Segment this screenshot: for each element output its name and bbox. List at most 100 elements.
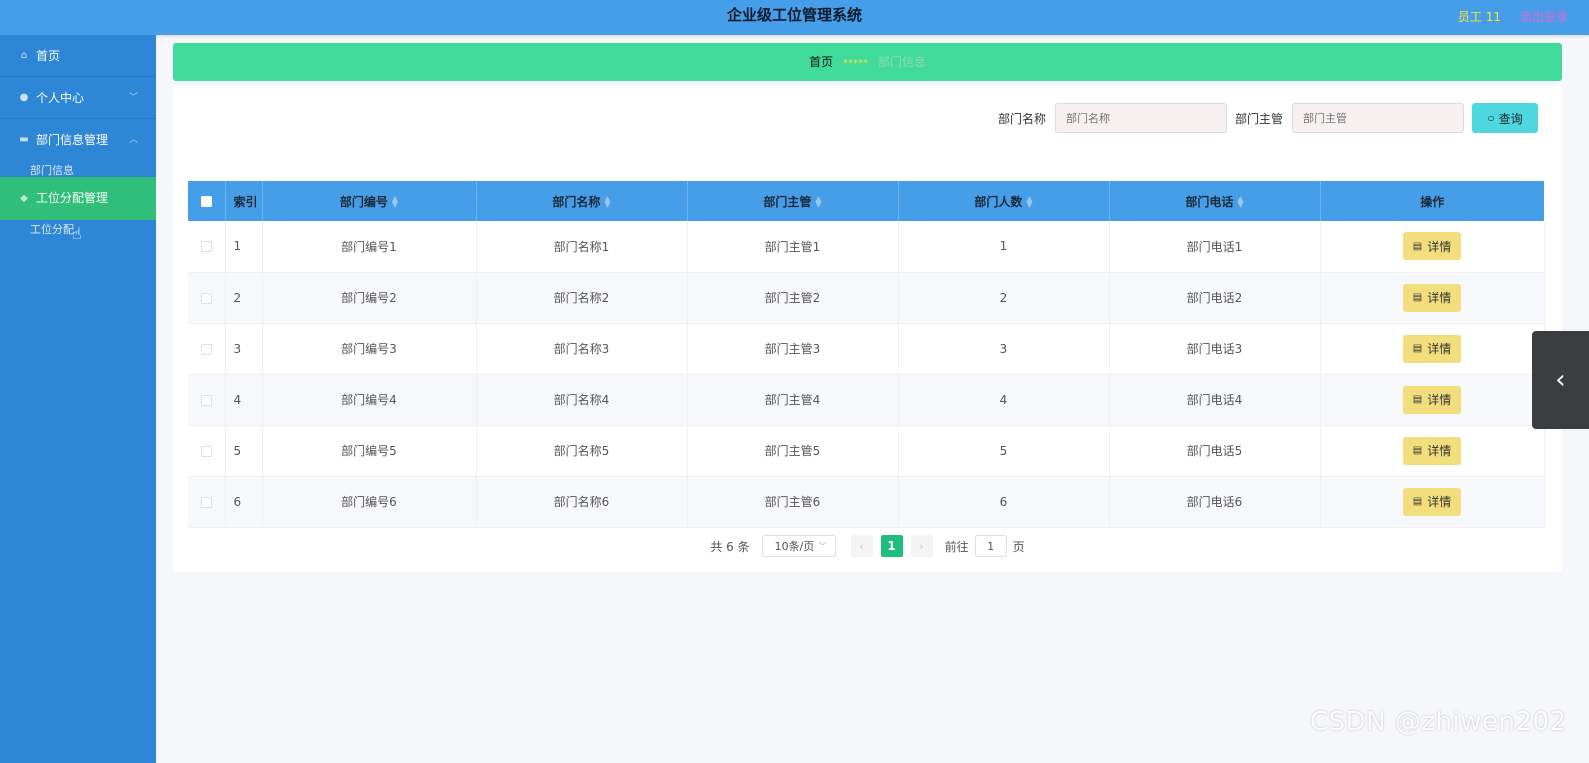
document-icon: ▤ [1412,496,1423,507]
sidebar: ⌂ 首页 ● 个人中心 ﹀ ▬ 部门信息管理 ︿ 部门信息 ◆ 工位分配管理 工… [0,35,156,763]
detail-button[interactable]: ▤ 详情 [1403,487,1461,516]
user-icon: ● [19,92,29,103]
app-title: 企业级工位管理系统 [726,6,862,24]
sidebar-item-label: 首页 [36,49,61,63]
sort-icon[interactable]: ▲ ▼ [1026,195,1032,209]
cell-phone: 部门电话1 [1109,221,1321,273]
cell-phone: 部门电话2 [1109,272,1321,324]
cell-code: 部门编号2 [262,272,477,324]
document-icon: ▤ [1412,343,1423,354]
cell-code: 部门编号5 [262,425,477,477]
cell-manager: 部门主管2 [687,272,899,324]
row-checkbox[interactable] [200,394,212,406]
document-icon: ▤ [1412,445,1423,456]
select-all-checkbox-cell[interactable] [188,181,226,221]
table-row: 3 部门编号3 部门名称3 部门主管3 3 部门电话3 ▤ 详情 [188,323,1545,375]
document-icon: ▤ [1412,292,1423,303]
cell-phone: 部门电话4 [1109,374,1321,426]
sidebar-item-home[interactable]: ⌂ 首页 [0,35,156,77]
chevron-down-icon: ﹀ [818,541,827,551]
breadcrumb-separator: ***** [843,58,868,69]
next-page-button[interactable]: › [910,535,933,557]
cell-name: 部门名称4 [476,374,688,426]
column-header-manager[interactable]: 部门主管 ▲ ▼ [687,181,899,221]
goto-page-input[interactable] [974,535,1007,557]
row-checkbox[interactable] [200,241,212,253]
department-manager-input[interactable] [1292,103,1464,133]
logout-link[interactable]: 退出登录 [1520,8,1568,25]
column-header-index: 索引 [225,181,263,221]
cell-code: 部门编号3 [262,323,477,375]
goto-label: 前往 [944,539,969,554]
breadcrumb-current: 部门信息 [877,55,926,69]
sidebar-item-label: 个人中心 [36,91,85,105]
table-header-row: 索引 部门编号 ▲ ▼ 部门名称 ▲ ▼ 部门主管 ▲ ▼ 部门人数 ▲ ▼ 部门电话 ▲ ▼ 操作 [188,181,1544,221]
column-header-actions: 操作 [1320,181,1544,221]
table-row: 6 部门编号6 部门名称6 部门主管6 6 部门电话6 ▤ 详情 [188,476,1545,528]
breadcrumb: 首页 ***** 部门信息 [173,43,1562,81]
sort-icon[interactable]: ▲ ▼ [1237,195,1243,209]
cell-manager: 部门主管3 [687,323,899,375]
cell-phone: 部门电话5 [1109,425,1321,477]
page-size-select[interactable]: 10条/页 ﹀ [761,535,836,557]
detail-button[interactable]: ▤ 详情 [1403,334,1461,363]
cell-count: 4 [898,374,1110,426]
cell-manager: 部门主管4 [687,374,899,426]
cell-count: 3 [898,323,1110,375]
sort-icon[interactable]: ▲ ▼ [392,195,398,209]
home-icon: ⌂ [20,50,28,61]
sidebar-item-seat-allocation-management[interactable]: ◆ 工位分配管理 [0,177,156,220]
query-button[interactable]: ○ 查询 [1472,103,1538,133]
detail-button[interactable]: ▤ 详情 [1403,436,1461,465]
search-form: 部门名称 部门主管 ○ 查询 [998,103,1538,133]
chevron-up-icon: ︿ [128,135,138,145]
department-table: 索引 部门编号 ▲ ▼ 部门名称 ▲ ▼ 部门主管 ▲ ▼ 部门人数 ▲ ▼ 部门电话 ▲ ▼ 操作… [188,181,1545,528]
side-panel-toggle[interactable]: ‹ [1532,331,1589,429]
row-checkbox[interactable] [200,496,212,508]
column-header-name[interactable]: 部门名称 ▲ ▼ [476,181,688,221]
sort-icon[interactable]: ▲ ▼ [815,195,821,209]
column-header-phone[interactable]: 部门电话 ▲ ▼ [1109,181,1321,221]
row-checkbox[interactable] [200,445,212,457]
chevron-down-icon: ﹀ [128,93,138,103]
cell-manager: 部门主管5 [687,425,899,477]
prev-page-button[interactable]: ‹ [850,535,873,557]
row-checkbox[interactable] [200,343,212,355]
sidebar-subitem-department-info[interactable]: 部门信息 [0,161,156,177]
briefcase-icon: ▬ [19,134,29,145]
document-icon: ▤ [1412,240,1423,252]
select-all-checkbox[interactable] [200,196,212,207]
column-header-count[interactable]: 部门人数 ▲ ▼ [898,181,1110,221]
table-row: 1 部门编号1 部门名称1 部门主管1 1 部门电话1 ▤ 详情 [188,221,1545,273]
detail-button[interactable]: ▤ 详情 [1403,232,1461,261]
row-index: 3 [225,323,263,375]
row-checkbox[interactable] [200,292,212,304]
sidebar-item-department-management[interactable]: ▬ 部门信息管理 ︿ [0,119,156,161]
pagination: 共 6 条 10条/页 ﹀ ‹ 1 › 前往 页 [173,535,1562,557]
page-unit-label: 页 [1012,539,1025,554]
top-header: 企业级工位管理系统 员工 11 退出登录 [0,0,1589,35]
watermark: CSDN @zhiwen202 [1310,707,1567,737]
cell-count: 2 [898,272,1110,324]
page-number-active[interactable]: 1 [880,535,903,557]
department-name-input[interactable] [1054,103,1227,133]
detail-button[interactable]: ▤ 详情 [1403,283,1461,312]
sidebar-item-label: 部门信息 [30,164,74,177]
sidebar-item-profile[interactable]: ● 个人中心 ﹀ [0,77,156,119]
column-header-code[interactable]: 部门编号 ▲ ▼ [262,181,477,221]
detail-button[interactable]: ▤ 详情 [1403,385,1461,414]
seat-icon: ◆ [20,193,28,204]
query-button-label: 查询 [1498,111,1523,126]
cell-manager: 部门主管1 [687,221,899,273]
search-icon: ○ [1487,111,1495,125]
breadcrumb-home[interactable]: 首页 [809,55,833,69]
pagination-total: 共 6 条 [710,539,750,554]
row-index: 4 [225,374,263,426]
hand-cursor-icon: ☝ [72,224,82,243]
row-index: 2 [225,272,263,324]
cell-phone: 部门电话6 [1109,476,1321,528]
row-index: 1 [225,221,263,273]
sort-icon[interactable]: ▲ ▼ [604,195,610,209]
row-index: 6 [225,476,263,528]
cell-code: 部门编号6 [262,476,477,528]
